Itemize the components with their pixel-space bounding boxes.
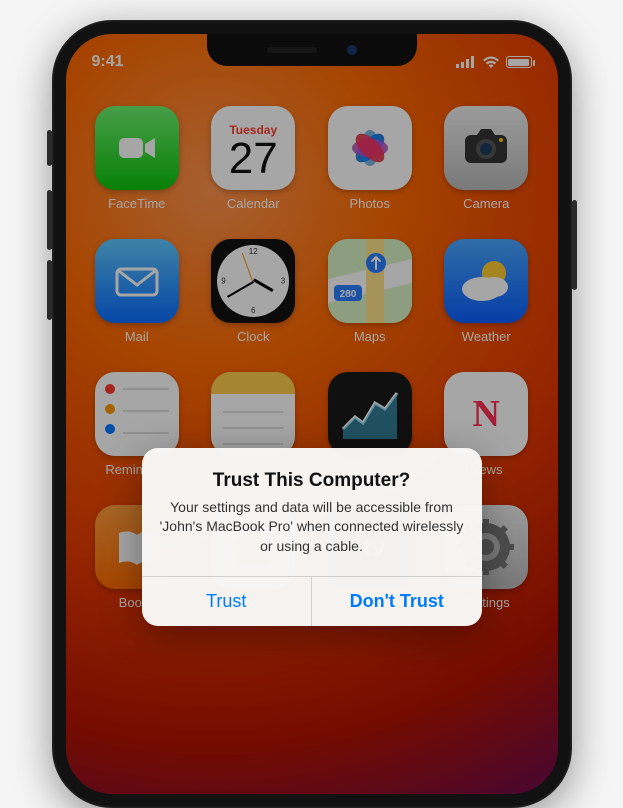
trust-computer-alert: Trust This Computer? Your settings and d… (142, 448, 482, 626)
mute-switch (47, 130, 52, 166)
home-screen: 9:41 FaceTime Tuesday (66, 34, 558, 794)
alert-message: Your settings and data will be accessibl… (160, 498, 464, 556)
trust-button[interactable]: Trust (142, 577, 313, 626)
volume-up-button (47, 190, 52, 250)
dont-trust-button[interactable]: Don't Trust (312, 577, 482, 626)
volume-down-button (47, 260, 52, 320)
power-button (572, 200, 577, 290)
modal-dim-overlay (66, 34, 558, 794)
alert-title: Trust This Computer? (160, 470, 464, 492)
iphone-device-frame: 9:41 FaceTime Tuesday (52, 20, 572, 808)
